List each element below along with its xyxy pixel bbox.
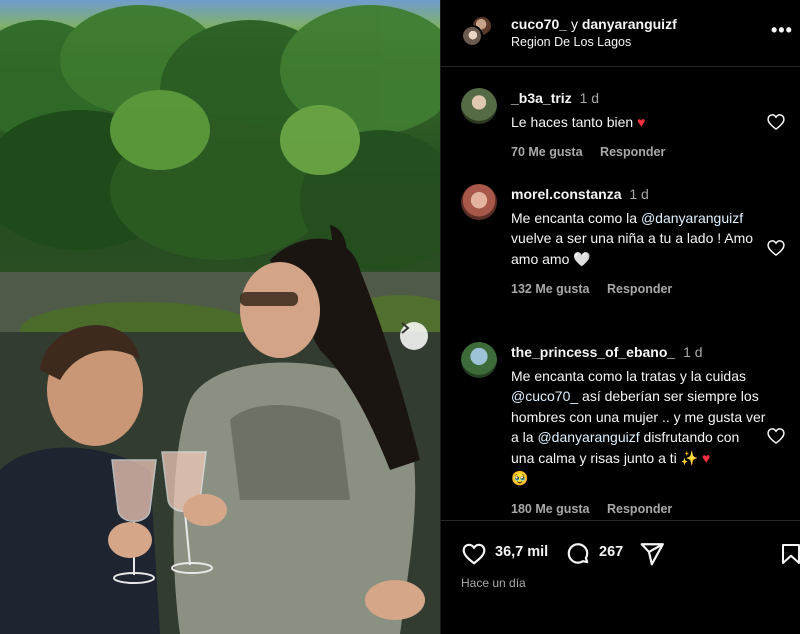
likes-count[interactable]: 36,7 mil [495,544,548,560]
reply-button[interactable]: Responder [607,282,672,296]
comment-body: morel.constanza 1 d Me encanta como la @… [511,184,761,300]
pleading-face-emoji: 🥹 [511,470,529,486]
comment-text: Me encanta como la tratas y la cuidas [511,367,747,384]
comment-username[interactable]: _b3a_triz [511,90,572,106]
like-comment-heart-icon[interactable] [766,238,786,258]
comment-text: Le haces tanto bien [511,113,634,130]
comment-time: 1 d [579,90,600,106]
post-photo[interactable] [0,0,440,634]
comment-meta: 70 Me gusta Responder [511,142,761,163]
comment-text: vuelve a ser una niña a tu a lado ! Amo … [511,230,754,267]
comment-username[interactable]: morel.constanza [511,186,621,202]
white-heart-emoji: 🤍 [573,250,591,267]
mention-link[interactable]: @danyaranguizf [641,210,743,226]
comment-meta: 132 Me gusta Responder [511,279,761,300]
authors-connector: y [570,16,578,32]
reply-button[interactable]: Responder [607,502,672,516]
avatar[interactable] [461,88,497,124]
comment-time: 1 d [629,186,649,202]
mention-link[interactable]: @danyaranguizf [537,429,639,445]
avatar[interactable] [461,25,483,47]
comment-likes[interactable]: 70 Me gusta [511,145,583,159]
heart-emoji: ♥ [637,113,646,130]
chevron-right-icon [401,322,410,334]
photo-illustration [0,5,440,634]
share-send-icon[interactable] [639,541,665,567]
post-sidebar: cuco70_ y danyaranguizf Region De Los La… [440,0,800,634]
post-header: cuco70_ y danyaranguizf Region De Los La… [441,0,800,67]
like-comment-heart-icon[interactable] [766,112,786,132]
comment-text: Me encanta como la [511,209,638,226]
comment-bubble-icon[interactable] [565,541,591,567]
comments-count[interactable]: 267 [599,544,623,560]
avatar[interactable] [461,184,497,220]
reply-button[interactable]: Responder [600,145,665,159]
comment-likes[interactable]: 132 Me gusta [511,282,590,296]
comments-list[interactable]: _b3a_triz 1 d Le haces tanto bien ♥ 70 M… [441,68,800,520]
author-username-2[interactable]: danyaranguizf [582,16,677,32]
collab-avatars[interactable] [461,15,493,47]
sparkles-heart-emoji: ✨ ♥ [680,449,711,466]
author-username-1[interactable]: cuco70_ [511,16,567,32]
like-heart-icon[interactable] [461,541,487,567]
more-horizontal-icon: ••• [771,20,793,40]
comment-likes[interactable]: 180 Me gusta [511,502,590,516]
post-location[interactable]: Region De Los Lagos [511,35,631,49]
comment-username[interactable]: the_princess_of_ebano_ [511,344,675,360]
mention-link[interactable]: @cuco70_ [511,388,578,404]
comment-body: _b3a_triz 1 d Le haces tanto bien ♥ 70 M… [511,88,761,163]
comment-meta: 180 Me gusta Responder [511,499,766,520]
post-authors: cuco70_ y danyaranguizf [511,16,677,32]
like-comment-heart-icon[interactable] [766,426,786,446]
comment-body: the_princess_of_ebano_ 1 d Me encanta co… [511,342,766,519]
post-actions: 36,7 mil 267 Hace un día [441,520,800,634]
next-photo-button[interactable] [400,322,428,350]
comment-time: 1 d [683,344,703,360]
avatar[interactable] [461,342,497,378]
bookmark-icon[interactable] [779,541,800,567]
more-options-button[interactable]: ••• [771,20,793,41]
post-timestamp: Hace un día [461,576,526,590]
